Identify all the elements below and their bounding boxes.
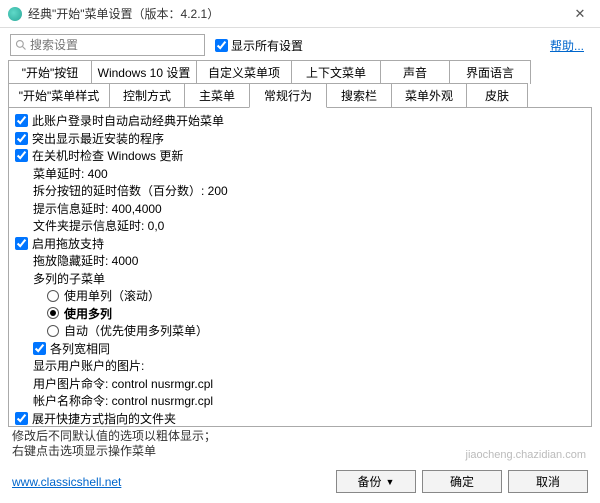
help-link[interactable]: 帮助... xyxy=(550,37,584,54)
website-link[interactable]: www.classicshell.net xyxy=(12,475,121,489)
search-icon xyxy=(15,39,27,51)
setting-checkbox[interactable] xyxy=(15,237,28,250)
setting-row[interactable]: 自动（优先使用多列菜单） xyxy=(15,322,585,340)
setting-label: 拖放隐藏延时: 4000 xyxy=(33,252,138,269)
tab-"开始"菜单样式[interactable]: "开始"菜单样式 xyxy=(8,83,110,108)
setting-row[interactable]: 拆分按钮的延时倍数（百分数）: 200 xyxy=(15,182,585,200)
setting-label: 突出显示最近安装的程序 xyxy=(32,130,164,147)
setting-label: 使用单列（滚动） xyxy=(64,287,160,304)
setting-radio[interactable] xyxy=(47,290,59,302)
setting-radio[interactable] xyxy=(47,325,59,337)
setting-label: 各列宽相同 xyxy=(50,340,110,357)
show-all-checkbox[interactable]: 显示所有设置 xyxy=(215,37,303,54)
setting-label: 多列的子菜单 xyxy=(33,270,105,287)
tab-界面语言[interactable]: 界面语言 xyxy=(449,60,531,84)
setting-row[interactable]: 此账户登录时自动启动经典开始菜单 xyxy=(15,112,585,130)
setting-row[interactable]: 拖放隐藏延时: 4000 xyxy=(15,252,585,270)
setting-label: 使用多列 xyxy=(64,305,112,322)
setting-checkbox[interactable] xyxy=(33,342,46,355)
setting-row[interactable]: 使用单列（滚动） xyxy=(15,287,585,305)
setting-row[interactable]: 用户图片命令: control nusrmgr.cpl xyxy=(15,375,585,393)
setting-label: 启用拖放支持 xyxy=(32,235,104,252)
tab-声音[interactable]: 声音 xyxy=(380,60,450,84)
ok-button[interactable]: 确定 xyxy=(422,470,502,493)
note-line-1: 修改后不同默认值的选项以粗体显示； xyxy=(12,429,588,444)
tab-主菜单[interactable]: 主菜单 xyxy=(184,83,250,108)
setting-label: 拆分按钮的延时倍数（百分数）: 200 xyxy=(33,182,228,199)
tab-常规行为[interactable]: 常规行为 xyxy=(249,83,327,108)
setting-label: 在关机时检查 Windows 更新 xyxy=(32,147,183,164)
chevron-down-icon: ▼ xyxy=(386,477,395,487)
tab-菜单外观[interactable]: 菜单外观 xyxy=(391,83,467,108)
show-all-label: 显示所有设置 xyxy=(231,37,303,54)
setting-label: 菜单延时: 400 xyxy=(33,165,108,182)
search-field[interactable] xyxy=(10,34,205,56)
setting-label: 此账户登录时自动启动经典开始菜单 xyxy=(32,112,224,129)
tab-Windows 10 设置[interactable]: Windows 10 设置 xyxy=(91,60,197,84)
backup-button[interactable]: 备份▼ xyxy=(336,470,416,493)
tab-自定义菜单项[interactable]: 自定义菜单项 xyxy=(196,60,292,84)
setting-row[interactable]: 启用拖放支持 xyxy=(15,235,585,253)
setting-checkbox[interactable] xyxy=(15,132,28,145)
setting-row[interactable]: 文件夹提示信息延时: 0,0 xyxy=(15,217,585,235)
close-button[interactable]: ✕ xyxy=(560,0,600,28)
setting-row[interactable]: 突出显示最近安装的程序 xyxy=(15,130,585,148)
setting-label: 展开快捷方式指向的文件夹 xyxy=(32,410,176,427)
tab-控制方式[interactable]: 控制方式 xyxy=(109,83,185,108)
setting-row[interactable]: 在关机时检查 Windows 更新 xyxy=(15,147,585,165)
setting-label: 帐户名称命令: control nusrmgr.cpl xyxy=(33,392,213,409)
setting-row[interactable]: 使用多列 xyxy=(15,305,585,323)
setting-row[interactable]: 各列宽相同 xyxy=(15,340,585,358)
tab-搜索栏[interactable]: 搜索栏 xyxy=(326,83,392,108)
setting-checkbox[interactable] xyxy=(15,412,28,425)
show-all-input[interactable] xyxy=(215,39,228,52)
setting-row[interactable]: 提示信息延时: 400,4000 xyxy=(15,200,585,218)
setting-radio[interactable] xyxy=(47,307,59,319)
note-line-2: 右键点击选项显示操作菜单 xyxy=(12,444,588,459)
setting-label: 显示用户账户的图片: xyxy=(33,357,144,374)
tab-"开始"按钮[interactable]: "开始"按钮 xyxy=(8,60,92,84)
setting-label: 自动（优先使用多列菜单） xyxy=(64,322,208,339)
setting-row[interactable]: 多列的子菜单 xyxy=(15,270,585,288)
app-icon xyxy=(8,7,22,21)
setting-label: 文件夹提示信息延时: 0,0 xyxy=(33,217,164,234)
setting-row[interactable]: 展开快捷方式指向的文件夹 xyxy=(15,410,585,428)
setting-row[interactable]: 显示用户账户的图片: xyxy=(15,357,585,375)
setting-checkbox[interactable] xyxy=(15,114,28,127)
setting-row[interactable]: 帐户名称命令: control nusrmgr.cpl xyxy=(15,392,585,410)
setting-checkbox[interactable] xyxy=(15,149,28,162)
setting-label: 用户图片命令: control nusrmgr.cpl xyxy=(33,375,213,392)
setting-row[interactable]: 菜单延时: 400 xyxy=(15,165,585,183)
settings-panel: 此账户登录时自动启动经典开始菜单突出显示最近安装的程序在关机时检查 Window… xyxy=(8,107,592,427)
tab-皮肤[interactable]: 皮肤 xyxy=(466,83,528,108)
tab-上下文菜单[interactable]: 上下文菜单 xyxy=(291,60,381,84)
window-title: 经典"开始"菜单设置（版本：4.2.1） xyxy=(28,5,560,22)
setting-label: 提示信息延时: 400,4000 xyxy=(33,200,162,217)
cancel-button[interactable]: 取消 xyxy=(508,470,588,493)
search-input[interactable] xyxy=(30,38,200,52)
